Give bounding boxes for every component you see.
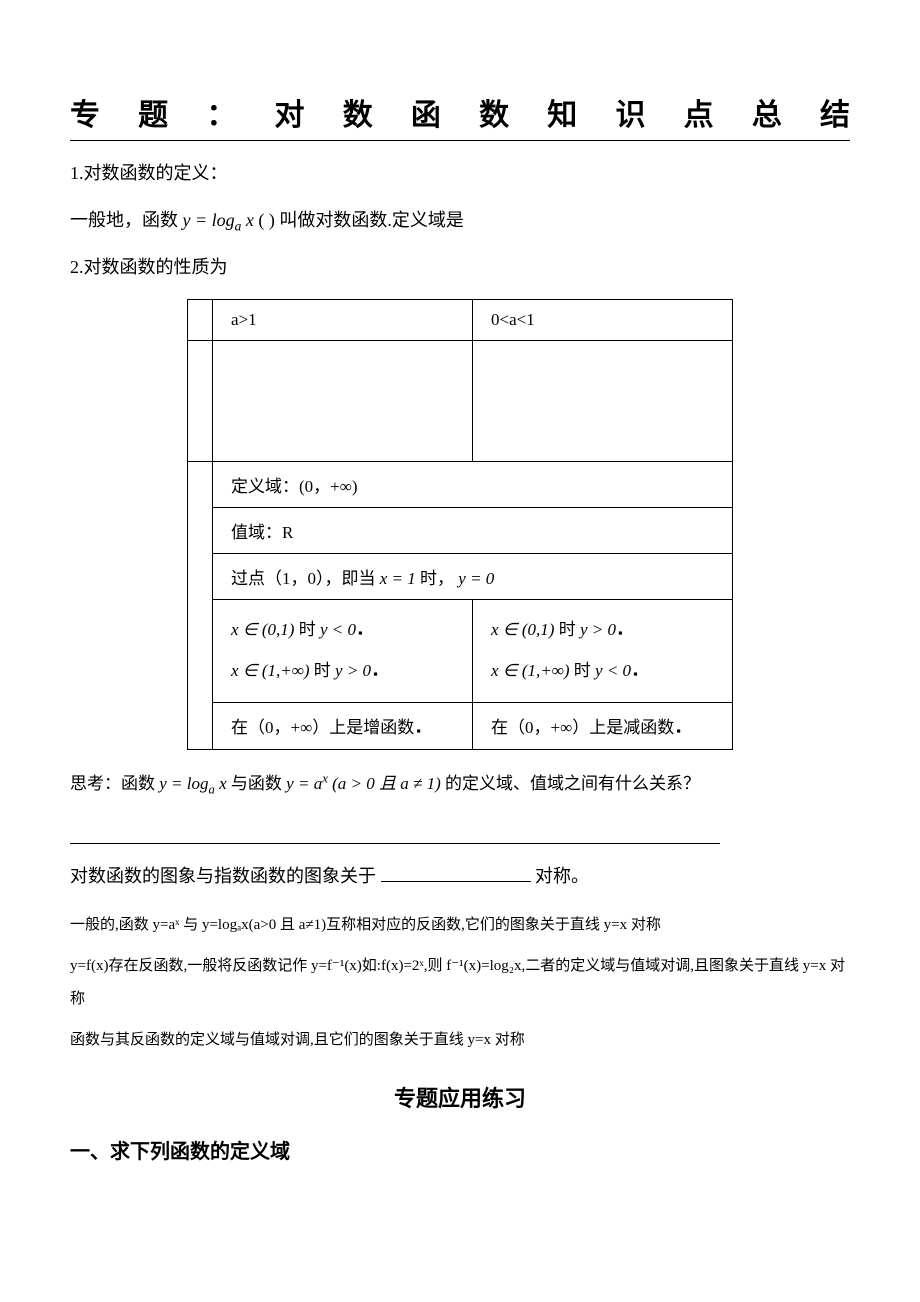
section-1-heading: 一、求下列函数的定义域 [70,1135,850,1164]
side-cell [188,300,213,341]
def-text-a: 一般地，函数 [70,210,183,230]
header-a-gt-1: a>1 [213,300,473,341]
math-ylt0: y < 0 [320,620,356,639]
table-row [188,341,733,462]
dec-text: 在（0，+∞）上是减函数 [491,718,674,737]
table-row: 值域：R [188,508,733,554]
math-ygt0: y > 0 [335,661,371,680]
math-x01: x ∈ (0,1) [491,620,554,639]
math-cond: (a > 0 且 a ≠ 1) [332,774,441,793]
think-b: 与函数 [231,774,286,793]
exercise-heading: 专题应用练习 [70,1081,850,1113]
table-row: x ∈ (0,1) 时 y < 0▪ x ∈ (1,+∞) 时 y > 0▪ x… [188,600,733,703]
math-x01: x ∈ (0,1) [231,620,294,639]
math-ylt0: y < 0 [595,661,631,680]
think-line: 思考：函数 y = loga x 与函数 y = ax (a > 0 且 a ≠… [70,770,850,797]
table-row: 定义域：(0，+∞) [188,462,733,508]
math-ylogax: y = loga x [183,210,254,230]
document-page: 专题：对数函数知识点总结 1.对数函数的定义： 一般地，函数 y = loga … [0,0,920,1302]
dot-icon: ▪ [414,724,421,738]
graph-cell-right [473,341,733,462]
math-x1inf: x ∈ (1,+∞) [231,661,310,680]
math-x1: x = 1 [380,569,416,588]
symmetry-line: 对数函数的图象与指数函数的图象关于 对称。 [70,862,850,891]
dec-sign-cell: x ∈ (0,1) 时 y > 0▪ x ∈ (1,+∞) 时 y < 0▪ [473,600,733,703]
dot-icon: ▪ [371,667,378,681]
math-y0: y = 0 [458,569,494,588]
dot-icon: ▪ [631,667,638,681]
fixed-point-cell: 过点（1，0），即当 x = 1 时， y = 0 [213,554,733,600]
increasing-cell: 在（0，+∞）上是增函数▪ [213,702,473,749]
note-1: 一般的,函数 y=aˣ 与 y=logₐx(a>0 且 a≠1)互称相对应的反函… [70,909,850,942]
properties-table: a>1 0<a<1 定义域：(0，+∞) 值域：R 过点（1，0），即当 x =… [187,299,733,750]
table-row: a>1 0<a<1 [188,300,733,341]
think-c: 的定义域、值域之间有什么关系？ [445,774,700,793]
side-cell [188,462,213,750]
fill-blank [381,863,531,882]
math-ylogax: y = loga x [159,774,226,793]
dot-icon: ▪ [674,724,681,738]
def-text-b: ( ) 叫做对数函数.定义域是 [258,210,464,230]
table-row: 过点（1，0），即当 x = 1 时， y = 0 [188,554,733,600]
dot-icon: ▪ [356,626,363,640]
math-yax: y = ax [286,774,328,793]
inc-sign-cell: x ∈ (0,1) 时 y < 0▪ x ∈ (1,+∞) 时 y > 0▪ [213,600,473,703]
math-ygt0: y > 0 [580,620,616,639]
txt: 时 [570,661,596,680]
note-3: 函数与其反函数的定义域与值域对调,且它们的图象关于直线 y=x 对称 [70,1024,850,1057]
definition-heading: 1.对数函数的定义： [70,159,850,188]
think-a: 思考：函数 [70,774,159,793]
page-title: 专题：对数函数知识点总结 [70,90,850,141]
note-2: y=f(x)存在反函数,一般将反函数记作 y=f⁻¹(x)如:f(x)=2ˣ,则… [70,950,850,1016]
table-row: 在（0，+∞）上是增函数▪ 在（0，+∞）上是减函数▪ [188,702,733,749]
point-text-b: 时， [420,569,454,588]
txt: 时 [554,620,580,639]
txt: 时 [310,661,336,680]
side-cell [188,341,213,462]
sym-b: 对称。 [535,866,589,886]
inc-text: 在（0，+∞）上是增函数 [231,718,414,737]
point-text-a: 过点（1，0），即当 [231,569,380,588]
txt: 时 [294,620,320,639]
math-x1inf: x ∈ (1,+∞) [491,661,570,680]
range-cell: 值域：R [213,508,733,554]
graph-cell-left [213,341,473,462]
definition-body: 一般地，函数 y = loga x ( ) 叫做对数函数.定义域是 [70,206,850,235]
decreasing-cell: 在（0，+∞）上是减函数▪ [473,702,733,749]
answer-blank-line [70,823,720,844]
dot-icon: ▪ [616,626,623,640]
sym-a: 对数函数的图象与指数函数的图象关于 [70,866,376,886]
header-a-lt-1: 0<a<1 [473,300,733,341]
domain-cell: 定义域：(0，+∞) [213,462,733,508]
properties-heading: 2.对数函数的性质为 [70,253,850,282]
